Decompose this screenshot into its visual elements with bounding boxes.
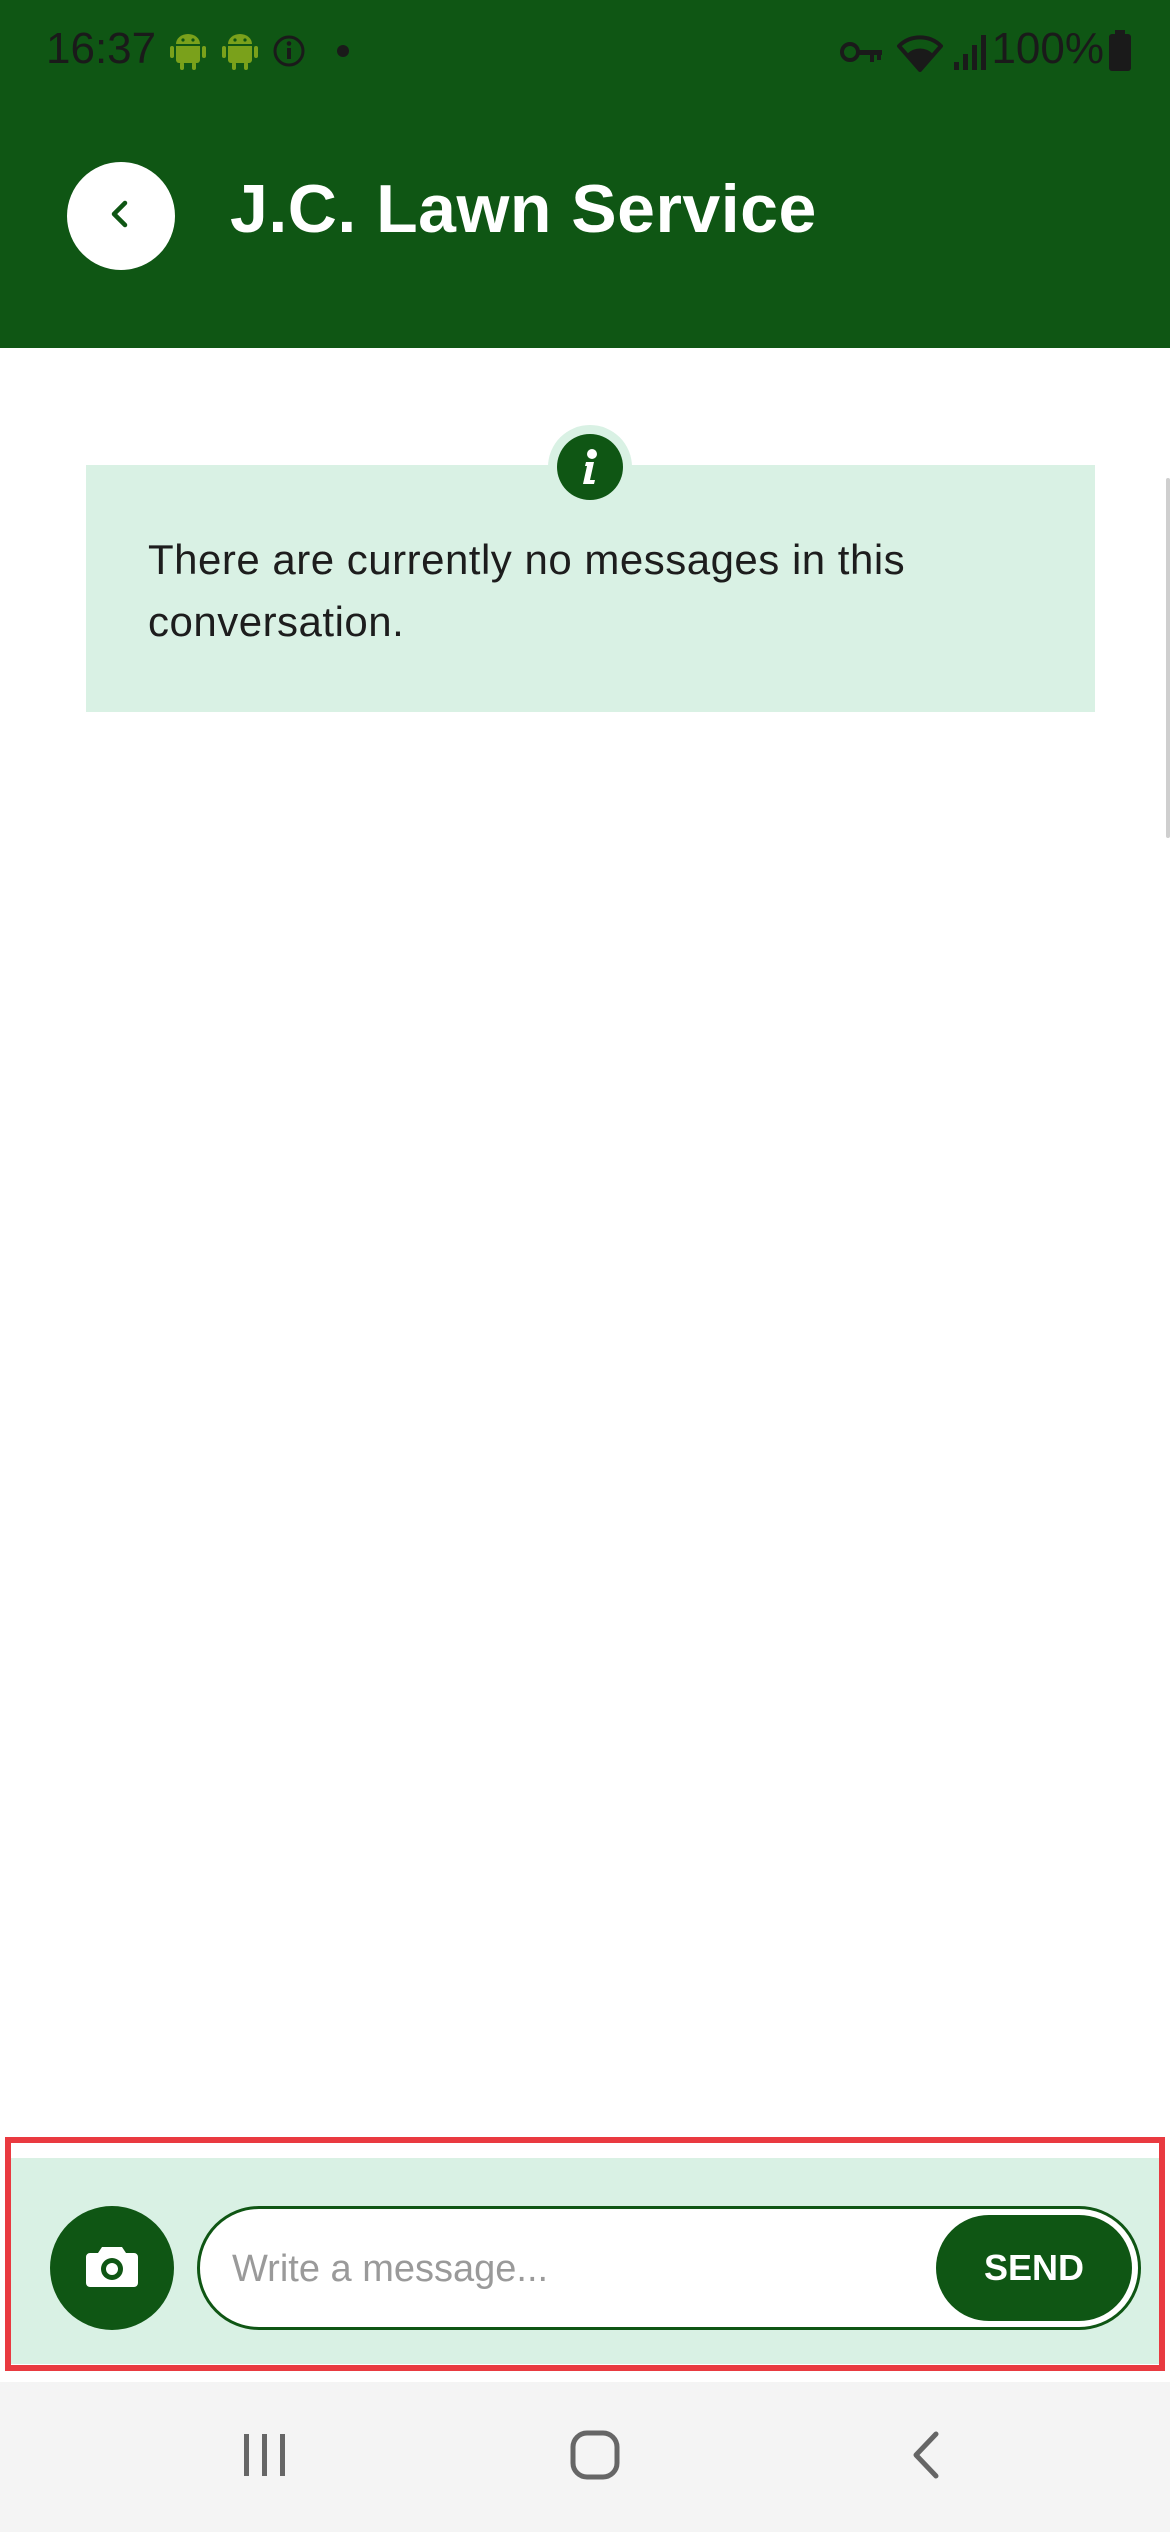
system-nav-bar (0, 2382, 1170, 2532)
android-icon (170, 30, 206, 75)
chevron-left-icon (103, 196, 139, 237)
app-header: J.C. Lawn Service (0, 130, 1170, 300)
status-bar: 16:37 100% (0, 0, 1170, 100)
wifi-icon (895, 32, 945, 77)
back-button[interactable] (67, 162, 175, 270)
signal-icon (952, 32, 990, 77)
info-badge (548, 425, 632, 509)
home-icon (569, 2429, 621, 2486)
page-title: J.C. Lawn Service (230, 171, 817, 247)
scroll-indicator (1166, 478, 1170, 838)
info-circle-icon (272, 34, 306, 73)
system-back-button[interactable] (876, 2412, 976, 2502)
recent-apps-icon (240, 2432, 290, 2483)
dot-icon (336, 44, 350, 63)
empty-conversation-message: There are currently no messages in this … (148, 536, 906, 645)
android-icon (222, 30, 258, 75)
back-icon (908, 2430, 944, 2485)
battery-percent: 100% (991, 24, 1104, 73)
recent-apps-button[interactable] (215, 2412, 315, 2502)
home-button[interactable] (545, 2412, 645, 2502)
key-icon (840, 38, 884, 71)
composer-highlight-outline (5, 2137, 1165, 2371)
battery-icon (1108, 30, 1132, 77)
app-top-area: 16:37 100% J.C. Lawn Service (0, 0, 1170, 348)
info-icon (557, 434, 623, 500)
status-time: 16:37 (46, 24, 157, 73)
